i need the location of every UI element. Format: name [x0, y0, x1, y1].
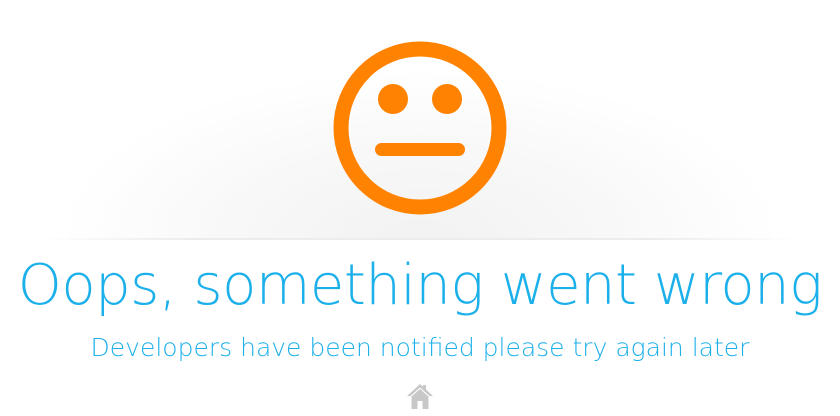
neutral-face-icon [333, 41, 507, 215]
error-title: Oops, something went wrong [17, 253, 823, 318]
divider [40, 238, 800, 240]
home-icon[interactable] [406, 383, 434, 409]
error-subtitle: Developers have been notified please try… [90, 333, 750, 362]
error-page: Oops, something went wrong Developers ha… [0, 0, 840, 416]
